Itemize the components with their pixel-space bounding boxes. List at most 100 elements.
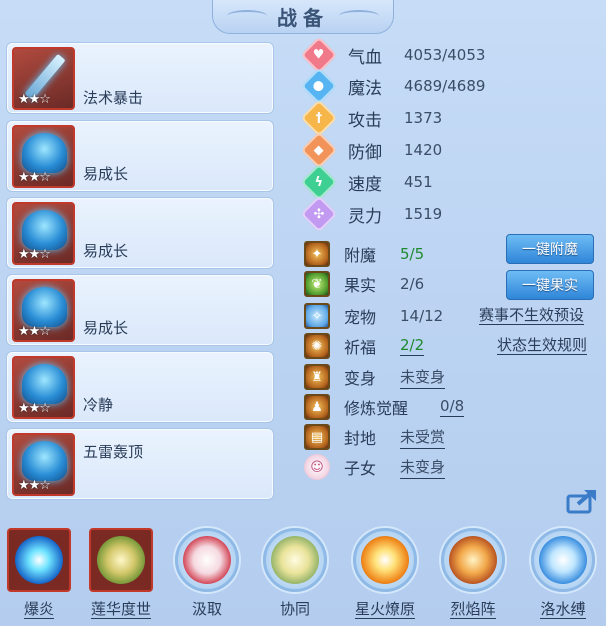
attr-child[interactable]: ☺ 子女 未变身 bbox=[304, 453, 446, 481]
skill-label: 星火燎原 bbox=[354, 600, 415, 619]
stat-label: 攻击 bbox=[348, 110, 382, 131]
skill-label: 协同 bbox=[279, 600, 310, 618]
stat-mp: ● 魔法 4689/4689 bbox=[300, 67, 486, 105]
slot-item[interactable]: ★★☆ 易成长 bbox=[6, 274, 274, 346]
attr-label: 变身 bbox=[344, 369, 377, 388]
attr-label: 祈福 bbox=[344, 338, 377, 357]
slot-label: 冷静 bbox=[83, 396, 114, 414]
enchant-icon: ✦ bbox=[304, 241, 330, 267]
attr-bless[interactable]: ✺ 祈福 2/2 bbox=[304, 332, 425, 360]
skill-item[interactable]: 烈焰阵 bbox=[438, 528, 508, 626]
attr-transform[interactable]: ♜ 变身 未变身 bbox=[304, 363, 446, 391]
attr-value: 14/12 bbox=[400, 307, 444, 325]
skill-item[interactable]: 洛水缚 bbox=[528, 528, 598, 626]
event-preset-link[interactable]: 赛事不生效预设 bbox=[479, 306, 585, 325]
share-icon[interactable] bbox=[566, 488, 598, 514]
lotus-hand-icon bbox=[89, 528, 153, 592]
slot-item[interactable]: ★★☆ 冷静 bbox=[6, 351, 274, 423]
one-click-fruit-button[interactable]: 一键果实 bbox=[506, 270, 594, 300]
fief-icon: ▤ bbox=[304, 424, 330, 450]
attr-value[interactable]: 0/8 bbox=[440, 397, 465, 417]
attr-value[interactable]: 未变身 bbox=[400, 366, 446, 389]
starfire-icon bbox=[353, 528, 417, 592]
attr-value[interactable]: 未变身 bbox=[400, 456, 446, 479]
one-click-enchant-button[interactable]: 一键附魔 bbox=[506, 234, 594, 264]
attr-pet[interactable]: ✧ 宠物 14/12 bbox=[304, 302, 443, 330]
attr-label: 子女 bbox=[344, 459, 377, 478]
stat-label: 魔法 bbox=[348, 78, 382, 99]
stat-value: 4053/4053 bbox=[404, 46, 486, 64]
blue-beast-icon: ★★☆ bbox=[12, 356, 75, 419]
attr-enchant[interactable]: ✦ 附魔 5/5 bbox=[304, 240, 424, 268]
attr-label: 果实 bbox=[344, 276, 377, 295]
skill-item[interactable]: 汲取 bbox=[172, 528, 242, 626]
flame-array-icon bbox=[441, 528, 505, 592]
skill-item[interactable]: 爆炎 bbox=[4, 528, 74, 626]
blue-beast-icon: ★★☆ bbox=[12, 125, 75, 188]
spirit-icon: ✣ bbox=[300, 195, 338, 233]
explosion-icon bbox=[7, 528, 71, 592]
slot-label: 易成长 bbox=[83, 319, 129, 337]
cooperate-icon bbox=[263, 528, 327, 592]
stat-hp: ♥ 气血 4053/4053 bbox=[300, 36, 486, 74]
attr-fief[interactable]: ▤ 封地 未受赏 bbox=[304, 423, 446, 451]
stat-value: 4689/4689 bbox=[404, 77, 486, 95]
blue-beast-icon: ★★☆ bbox=[12, 433, 75, 496]
stat-label: 防御 bbox=[348, 142, 382, 163]
transform-icon: ♜ bbox=[304, 364, 330, 390]
slot-label: 易成长 bbox=[83, 242, 129, 260]
slot-label: 易成长 bbox=[83, 165, 129, 183]
star-rating: ★★☆ bbox=[18, 324, 51, 339]
status-rules-link[interactable]: 状态生效规则 bbox=[497, 336, 588, 355]
stat-spirit: ✣ 灵力 1519 bbox=[300, 195, 443, 233]
water-bind-icon bbox=[531, 528, 595, 592]
skill-label: 汲取 bbox=[191, 600, 222, 618]
skill-item[interactable]: 协同 bbox=[260, 528, 330, 626]
fruit-icon: ❦ bbox=[304, 271, 330, 297]
stat-value: 451 bbox=[404, 173, 433, 191]
attr-fruit[interactable]: ❦ 果实 2/6 bbox=[304, 270, 424, 298]
attr-value: 2/6 bbox=[400, 275, 425, 293]
stat-value: 1420 bbox=[404, 141, 443, 159]
star-rating: ★★☆ bbox=[18, 478, 51, 493]
attr-label: 宠物 bbox=[344, 308, 377, 327]
attr-cultivation[interactable]: ♟ 修炼觉醒 0/8 bbox=[304, 393, 465, 421]
skill-label: 莲华度世 bbox=[90, 600, 151, 619]
mana-drop-icon: ● bbox=[300, 67, 338, 105]
star-rating: ★★☆ bbox=[18, 247, 51, 262]
skill-label: 烈焰阵 bbox=[450, 600, 496, 619]
shield-icon: ◆ bbox=[300, 131, 338, 169]
skill-label: 爆炎 bbox=[23, 600, 54, 619]
sword-up-icon: † bbox=[300, 99, 338, 137]
stat-attack: † 攻击 1373 bbox=[300, 99, 443, 137]
stat-label: 气血 bbox=[348, 47, 382, 68]
attr-value: 2/2 bbox=[400, 336, 425, 356]
cultivation-icon: ♟ bbox=[304, 394, 330, 420]
skill-item[interactable]: 星火燎原 bbox=[350, 528, 420, 626]
slot-label: 法术暴击 bbox=[83, 89, 144, 107]
attr-label: 修炼觉醒 bbox=[344, 399, 409, 418]
stat-speed: ϟ 速度 451 bbox=[300, 163, 433, 201]
title-tab: 战备 bbox=[212, 0, 394, 34]
star-rating: ★★☆ bbox=[18, 170, 51, 185]
pet-icon: ✧ bbox=[304, 303, 330, 329]
attr-label: 附魔 bbox=[344, 246, 377, 265]
bless-icon: ✺ bbox=[304, 333, 330, 359]
slot-item[interactable]: ★★☆ 五雷轰顶 bbox=[6, 428, 274, 500]
blue-beast-icon: ★★☆ bbox=[12, 279, 75, 342]
lightning-icon: ϟ bbox=[300, 163, 338, 201]
stat-value: 1373 bbox=[404, 109, 443, 127]
heart-icon: ♥ bbox=[300, 36, 338, 74]
slot-item[interactable]: ★★☆ 易成长 bbox=[6, 197, 274, 269]
stat-label: 灵力 bbox=[348, 206, 382, 227]
stat-label: 速度 bbox=[348, 174, 382, 195]
attr-value[interactable]: 未受赏 bbox=[400, 426, 446, 449]
blue-beast-icon: ★★☆ bbox=[12, 202, 75, 265]
stat-defense: ◆ 防御 1420 bbox=[300, 131, 443, 169]
slot-label: 五雷轰顶 bbox=[83, 443, 144, 461]
stat-value: 1519 bbox=[404, 205, 443, 223]
slot-item[interactable]: ★★☆ 法术暴击 bbox=[6, 42, 274, 114]
slot-item[interactable]: ★★☆ 易成长 bbox=[6, 120, 274, 192]
drain-icon bbox=[175, 528, 239, 592]
skill-item[interactable]: 莲华度世 bbox=[86, 528, 156, 626]
